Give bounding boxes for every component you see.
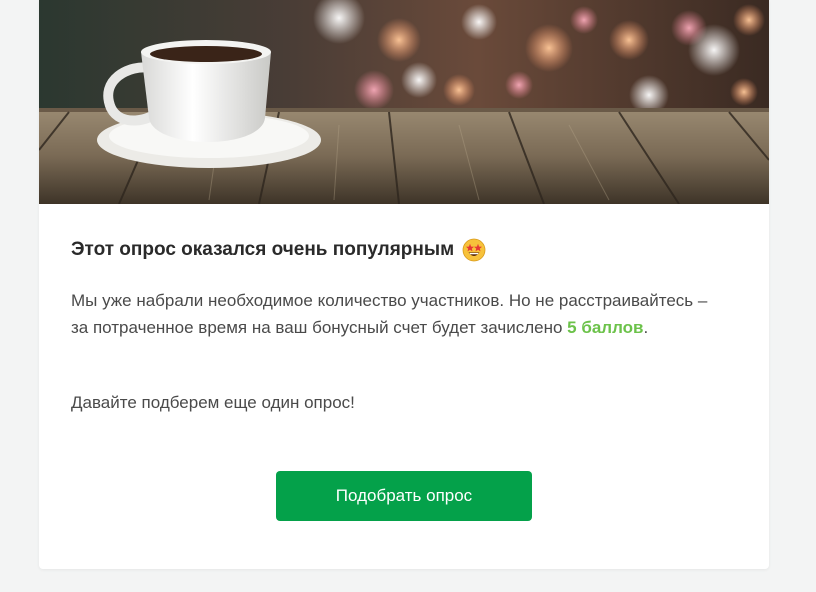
survey-title: Этот опрос оказался очень популярным	[71, 238, 486, 262]
coffee-cup-hero-image	[39, 0, 769, 204]
survey-card: Этот опрос оказался очень популярным Мы …	[39, 0, 769, 569]
info-text-end: .	[643, 318, 649, 337]
title-text: Этот опрос оказался очень популярным	[71, 239, 455, 260]
star-struck-emoji-icon	[462, 238, 486, 262]
find-survey-button[interactable]: Подобрать опрос	[276, 471, 532, 521]
bonus-points: 5 баллов	[567, 318, 644, 337]
info-paragraph: Мы уже набрали необходимое количество уч…	[71, 287, 721, 341]
suggestion-paragraph: Давайте подберем еще один опрос!	[71, 393, 355, 412]
